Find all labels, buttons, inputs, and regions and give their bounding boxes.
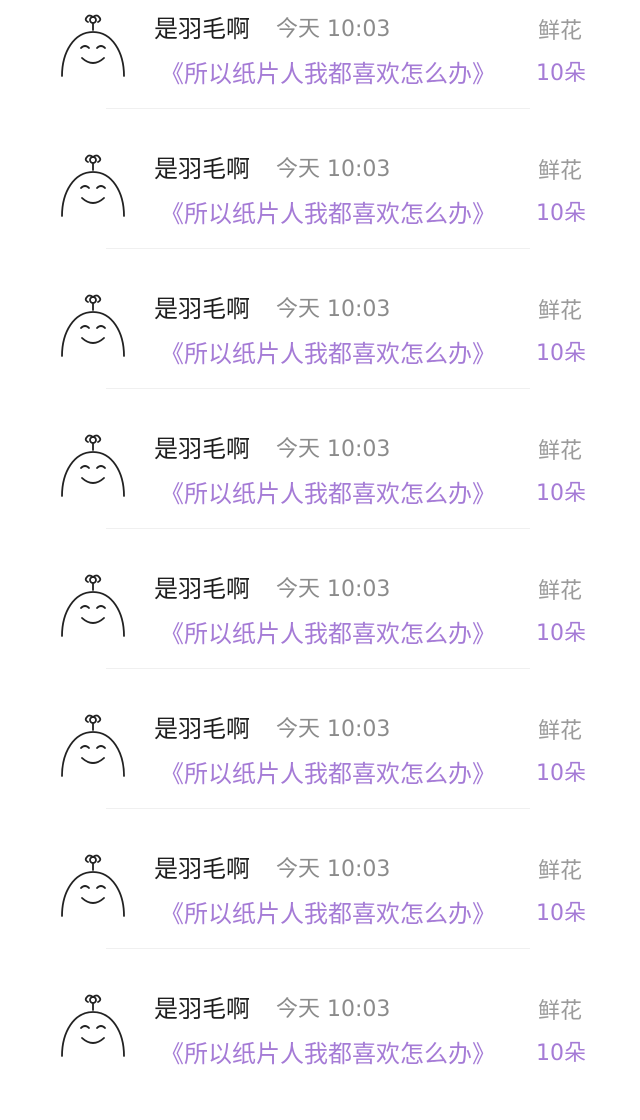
- list-item[interactable]: 是羽毛啊 今天 10:03 《所以纸片人我都喜欢怎么办》 鲜花 10朵: [0, 140, 640, 280]
- book-title-link[interactable]: 《所以纸片人我都喜欢怎么办》: [160, 756, 496, 792]
- sender-name[interactable]: 是羽毛啊: [154, 12, 250, 46]
- row-divider: [106, 808, 530, 809]
- doodle-face-sprout-icon[interactable]: [58, 714, 128, 780]
- list-item[interactable]: 是羽毛啊 今天 10:03 《所以纸片人我都喜欢怎么办》 鲜花 10朵: [0, 980, 640, 1120]
- row-divider: [106, 248, 530, 249]
- doodle-face-sprout-icon[interactable]: [58, 434, 128, 500]
- doodle-face-sprout-icon[interactable]: [58, 854, 128, 920]
- gift-type: 鲜花: [538, 299, 583, 324]
- timestamp: 今天 10:03: [276, 297, 391, 322]
- gift-type: 鲜花: [538, 439, 583, 464]
- doodle-face-sprout-icon[interactable]: [58, 574, 128, 640]
- doodle-face-sprout-icon[interactable]: [58, 154, 128, 220]
- timestamp: 今天 10:03: [276, 437, 391, 462]
- row-divider: [106, 528, 530, 529]
- timestamp: 今天 10:03: [276, 717, 391, 742]
- gift-type: 鲜花: [538, 579, 583, 604]
- gift-count: 10朵: [536, 341, 586, 366]
- doodle-face-sprout-icon[interactable]: [58, 14, 128, 80]
- gift-type: 鲜花: [538, 19, 583, 44]
- gift-type: 鲜花: [538, 859, 583, 884]
- gift-type: 鲜花: [538, 159, 583, 184]
- row-divider: [106, 108, 530, 109]
- gift-count: 10朵: [536, 621, 586, 646]
- book-title-link[interactable]: 《所以纸片人我都喜欢怎么办》: [160, 1036, 496, 1072]
- sender-name[interactable]: 是羽毛啊: [154, 572, 250, 606]
- timestamp: 今天 10:03: [276, 857, 391, 882]
- gift-type: 鲜花: [538, 719, 583, 744]
- book-title-link[interactable]: 《所以纸片人我都喜欢怎么办》: [160, 476, 496, 512]
- sender-name[interactable]: 是羽毛啊: [154, 852, 250, 886]
- book-title-link[interactable]: 《所以纸片人我都喜欢怎么办》: [160, 336, 496, 372]
- sender-name[interactable]: 是羽毛啊: [154, 152, 250, 186]
- gift-count: 10朵: [536, 901, 586, 926]
- list-item[interactable]: 是羽毛啊 今天 10:03 《所以纸片人我都喜欢怎么办》 鲜花 10朵: [0, 0, 640, 140]
- doodle-face-sprout-icon[interactable]: [58, 294, 128, 360]
- timestamp: 今天 10:03: [276, 577, 391, 602]
- gift-count: 10朵: [536, 201, 586, 226]
- list-item[interactable]: 是羽毛啊 今天 10:03 《所以纸片人我都喜欢怎么办》 鲜花 10朵: [0, 280, 640, 420]
- timestamp: 今天 10:03: [276, 997, 391, 1022]
- gift-count: 10朵: [536, 481, 586, 506]
- book-title-link[interactable]: 《所以纸片人我都喜欢怎么办》: [160, 56, 496, 92]
- gift-count: 10朵: [536, 1041, 586, 1066]
- book-title-link[interactable]: 《所以纸片人我都喜欢怎么办》: [160, 616, 496, 652]
- gift-type: 鲜花: [538, 999, 583, 1024]
- row-divider: [106, 388, 530, 389]
- sender-name[interactable]: 是羽毛啊: [154, 292, 250, 326]
- book-title-link[interactable]: 《所以纸片人我都喜欢怎么办》: [160, 896, 496, 932]
- doodle-face-sprout-icon[interactable]: [58, 994, 128, 1060]
- list-item[interactable]: 是羽毛啊 今天 10:03 《所以纸片人我都喜欢怎么办》 鲜花 10朵: [0, 420, 640, 560]
- sender-name[interactable]: 是羽毛啊: [154, 432, 250, 466]
- timestamp: 今天 10:03: [276, 157, 391, 182]
- list-item[interactable]: 是羽毛啊 今天 10:03 《所以纸片人我都喜欢怎么办》 鲜花 10朵: [0, 700, 640, 840]
- row-divider: [106, 948, 530, 949]
- list-item[interactable]: 是羽毛啊 今天 10:03 《所以纸片人我都喜欢怎么办》 鲜花 10朵: [0, 560, 640, 700]
- gift-count: 10朵: [536, 761, 586, 786]
- sender-name[interactable]: 是羽毛啊: [154, 992, 250, 1026]
- sender-name[interactable]: 是羽毛啊: [154, 712, 250, 746]
- book-title-link[interactable]: 《所以纸片人我都喜欢怎么办》: [160, 196, 496, 232]
- list-item[interactable]: 是羽毛啊 今天 10:03 《所以纸片人我都喜欢怎么办》 鲜花 10朵: [0, 840, 640, 980]
- timestamp: 今天 10:03: [276, 17, 391, 42]
- row-divider: [106, 668, 530, 669]
- gift-count: 10朵: [536, 61, 586, 86]
